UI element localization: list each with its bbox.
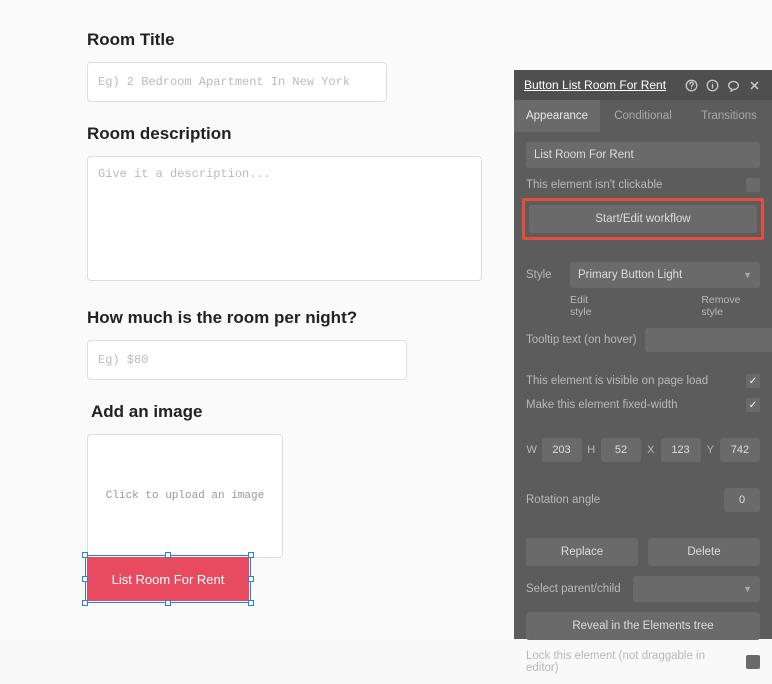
editor-canvas: Room Title Room description How much is … bbox=[0, 0, 772, 639]
x-label: X bbox=[645, 444, 657, 456]
form-area: Room Title Room description How much is … bbox=[87, 30, 487, 558]
w-label: W bbox=[526, 444, 538, 456]
lock-label: Lock this element (not draggable in edit… bbox=[526, 650, 738, 674]
tab-appearance[interactable]: Appearance bbox=[514, 100, 600, 132]
tooltip-label: Tooltip text (on hover) bbox=[526, 334, 637, 346]
room-price-input[interactable] bbox=[87, 340, 407, 380]
room-desc-label: Room description bbox=[87, 124, 487, 144]
list-room-button-label: List Room For Rent bbox=[112, 572, 225, 587]
inspector-title[interactable]: Button List Room For Rent bbox=[524, 78, 678, 92]
info-icon[interactable] bbox=[705, 78, 720, 93]
room-desc-input[interactable] bbox=[87, 156, 482, 281]
remove-style-link[interactable]: Remove style bbox=[701, 294, 760, 318]
room-price-label: How much is the room per night? bbox=[87, 308, 487, 328]
selected-element[interactable]: List Room For Rent bbox=[87, 557, 249, 601]
inspector-header[interactable]: Button List Room For Rent bbox=[514, 70, 772, 100]
tab-transitions[interactable]: Transitions bbox=[686, 100, 772, 132]
comment-icon[interactable] bbox=[726, 78, 741, 93]
help-icon[interactable] bbox=[684, 78, 699, 93]
inspector-body: This element isn't clickable Start/Edit … bbox=[514, 132, 772, 684]
y-input[interactable] bbox=[720, 438, 760, 462]
lock-check[interactable] bbox=[746, 655, 760, 669]
tooltip-input[interactable] bbox=[645, 328, 772, 352]
width-input[interactable] bbox=[542, 438, 582, 462]
not-clickable-label: This element isn't clickable bbox=[526, 179, 738, 191]
caption-input[interactable] bbox=[526, 142, 760, 168]
upload-text: Click to upload an image bbox=[106, 490, 264, 502]
rotation-input[interactable] bbox=[724, 488, 760, 512]
select-parent-label: Select parent/child bbox=[526, 583, 621, 595]
room-title-input[interactable] bbox=[87, 62, 387, 102]
tab-conditional[interactable]: Conditional bbox=[600, 100, 686, 132]
room-title-label: Room Title bbox=[87, 30, 487, 50]
start-edit-workflow-button[interactable]: Start/Edit workflow bbox=[529, 205, 757, 233]
fixed-label: Make this element fixed-width bbox=[526, 399, 738, 411]
fixed-width-check[interactable] bbox=[746, 398, 760, 412]
y-label: Y bbox=[705, 444, 717, 456]
h-label: H bbox=[586, 444, 598, 456]
inspector-tabs: Appearance Conditional Transitions bbox=[514, 100, 772, 132]
delete-button[interactable]: Delete bbox=[648, 538, 760, 566]
rotation-label: Rotation angle bbox=[526, 494, 716, 506]
chevron-down-icon: ▼ bbox=[743, 584, 752, 594]
inspector-panel: Button List Room For Rent Appearance Con… bbox=[514, 70, 772, 639]
select-parent-dropdown[interactable]: ▼ bbox=[633, 576, 760, 602]
chevron-down-icon: ▼ bbox=[743, 270, 752, 280]
visible-label: This element is visible on page load bbox=[526, 375, 738, 387]
style-value: Primary Button Light bbox=[578, 269, 682, 281]
x-input[interactable] bbox=[661, 438, 701, 462]
list-room-button[interactable]: List Room For Rent bbox=[87, 557, 249, 601]
style-select[interactable]: Primary Button Light ▼ bbox=[570, 262, 760, 288]
reveal-button[interactable]: Reveal in the Elements tree bbox=[526, 612, 760, 640]
add-image-label: Add an image bbox=[91, 402, 487, 422]
style-label: Style bbox=[526, 269, 562, 281]
workflow-highlight: Start/Edit workflow bbox=[522, 198, 764, 240]
visible-check[interactable] bbox=[746, 374, 760, 388]
replace-button[interactable]: Replace bbox=[526, 538, 638, 566]
close-icon[interactable] bbox=[747, 78, 762, 93]
not-clickable-check[interactable] bbox=[746, 178, 760, 192]
edit-style-link[interactable]: Edit style bbox=[570, 294, 609, 318]
height-input[interactable] bbox=[601, 438, 641, 462]
image-upload-box[interactable]: Click to upload an image bbox=[87, 434, 283, 558]
dimensions-row: W H X Y bbox=[526, 438, 760, 462]
